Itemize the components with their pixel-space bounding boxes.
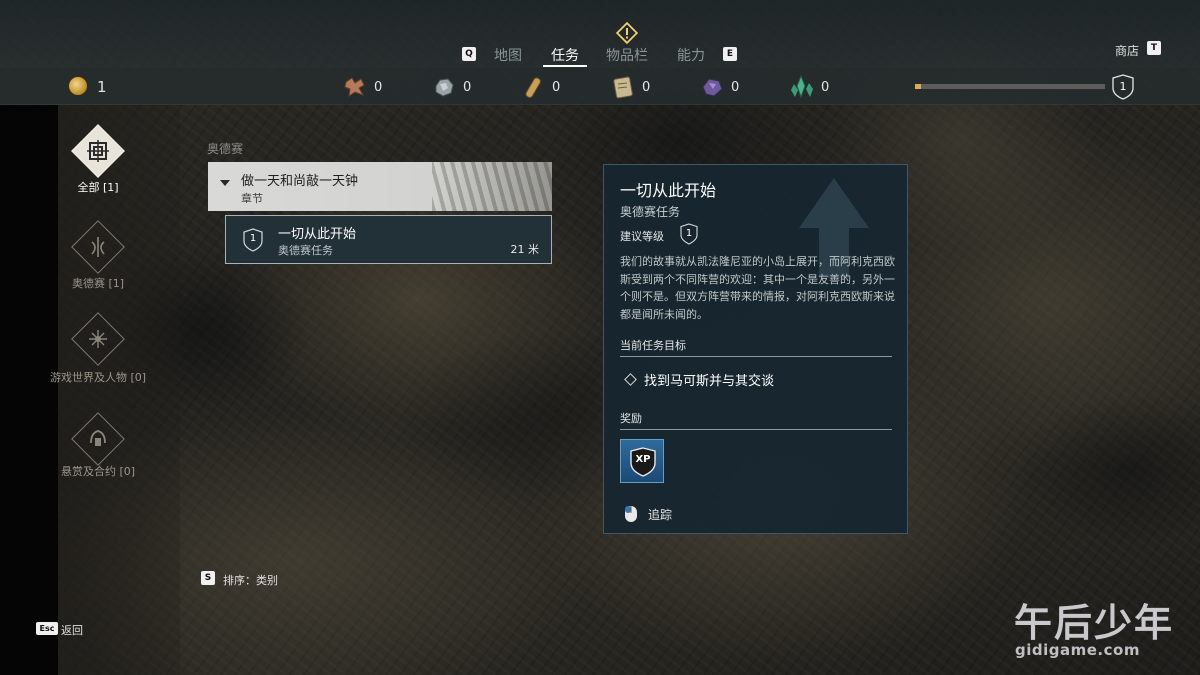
quest-details-panel: 一切从此开始 奥德赛任务 建议等级 1 我们的故事就从凯法隆尼亚的小岛上展开，而… — [603, 164, 908, 534]
category-all-label: 全部 [1] — [77, 181, 119, 194]
drachmae-count: 1 — [97, 78, 107, 96]
quest-type: 奥德赛任务 — [278, 244, 333, 257]
resource-tablet: 0 — [610, 72, 680, 102]
watermark-logo: 午后少年 — [1014, 601, 1175, 645]
sort-label: 排序：类别 — [223, 574, 278, 587]
world-people-icon — [89, 330, 107, 348]
region-heading: 奥德赛 — [207, 142, 244, 156]
sort-key[interactable]: S — [201, 571, 215, 585]
category-odyssey-label: 奥德赛 [1] — [71, 277, 125, 290]
collapse-arrow-icon[interactable] — [220, 180, 230, 186]
quest-description: 我们的故事就从凯法隆尼亚的小岛上展开，而阿利克西欧斯受到两个不同阵营的欢迎：其中… — [620, 255, 895, 321]
objective-diamond-icon — [624, 373, 637, 386]
tab-map[interactable]: 地图 — [494, 45, 522, 65]
prev-tab-key[interactable]: Q — [462, 47, 476, 61]
resource-crystal: 0 — [789, 72, 859, 102]
xp-progress-bar — [915, 84, 1105, 89]
resource-obsidian: 0 — [699, 72, 769, 102]
esc-key[interactable]: Esc — [36, 622, 58, 635]
wood-icon — [525, 77, 541, 98]
iron-ore-icon — [435, 78, 454, 97]
resource-leather: 0 — [342, 72, 412, 102]
shop-key[interactable]: T — [1147, 41, 1161, 55]
objective-text: 找到马可斯并与其交谈 — [644, 374, 775, 389]
tab-abilities[interactable]: 能力 — [677, 45, 705, 65]
tab-quests[interactable]: 任务 — [551, 45, 579, 65]
category-bounty-label: 悬赏及合约 [0] — [60, 465, 136, 478]
obsidian-icon — [702, 78, 723, 97]
xp-reward-label: XP — [635, 454, 651, 465]
xp-progress-fill — [915, 84, 921, 89]
details-subtitle: 奥德赛任务 — [620, 205, 681, 219]
recommended-level-label: 建议等级 — [620, 230, 664, 243]
crystal-count: 0 — [821, 80, 830, 95]
quest-list-item[interactable]: 1 一切从此开始 奥德赛任务 21 米 — [225, 215, 552, 264]
iron-count: 0 — [463, 80, 472, 95]
leather-icon — [344, 77, 365, 98]
odyssey-icon — [91, 237, 105, 257]
back-label: 返回 — [61, 624, 83, 637]
main-nav: Q 地图 任务 物品栏 能力 E — [0, 45, 1200, 67]
category-world-label: 游戏世界及人物 [0] — [49, 371, 147, 384]
watermark-url: gidigame.com — [1015, 641, 1140, 659]
quest-alert-icon — [616, 22, 638, 44]
chapter-art — [432, 162, 552, 211]
chapter-title: 做一天和尚敲一天钟 — [241, 174, 359, 189]
resource-iron: 0 — [431, 72, 501, 102]
recommended-level-badge: 1 — [680, 223, 698, 245]
player-level-badge: 1 — [1112, 74, 1134, 100]
quest-level: 1 — [249, 233, 257, 244]
objective-divider — [620, 356, 892, 357]
chapter-subtitle: 章节 — [241, 192, 263, 205]
xp-reward[interactable]: XP — [620, 439, 664, 483]
shop-label[interactable]: 商店 — [1115, 42, 1139, 59]
wood-count: 0 — [552, 80, 561, 95]
reward-divider — [620, 429, 892, 430]
quest-distance: 21 米 — [510, 243, 540, 256]
leather-count: 0 — [374, 80, 383, 95]
drachmae-icon — [68, 76, 88, 96]
resource-wood: 0 — [520, 72, 590, 102]
quest-level-badge: 1 — [243, 228, 263, 252]
mouse-icon — [625, 506, 637, 522]
quest-title: 一切从此开始 — [278, 227, 357, 242]
crystal-icon — [791, 74, 813, 99]
details-title: 一切从此开始 — [620, 181, 717, 200]
recommended-level: 1 — [685, 228, 693, 239]
ancient-tablet-icon — [613, 76, 633, 99]
player-level: 1 — [1119, 80, 1127, 93]
tablet-count: 0 — [642, 80, 651, 95]
obsidian-count: 0 — [731, 80, 740, 95]
next-tab-key[interactable]: E — [723, 47, 737, 61]
tab-inventory[interactable]: 物品栏 — [606, 45, 648, 65]
reward-header: 奖励 — [620, 412, 642, 425]
track-label: 追踪 — [648, 508, 673, 522]
active-tab-underline — [543, 65, 587, 67]
all-quests-icon — [87, 140, 109, 162]
chapter-header[interactable]: 做一天和尚敲一天钟 章节 — [208, 162, 552, 211]
objective-header: 当前任务目标 — [620, 339, 686, 352]
bounty-contract-icon — [90, 430, 106, 446]
